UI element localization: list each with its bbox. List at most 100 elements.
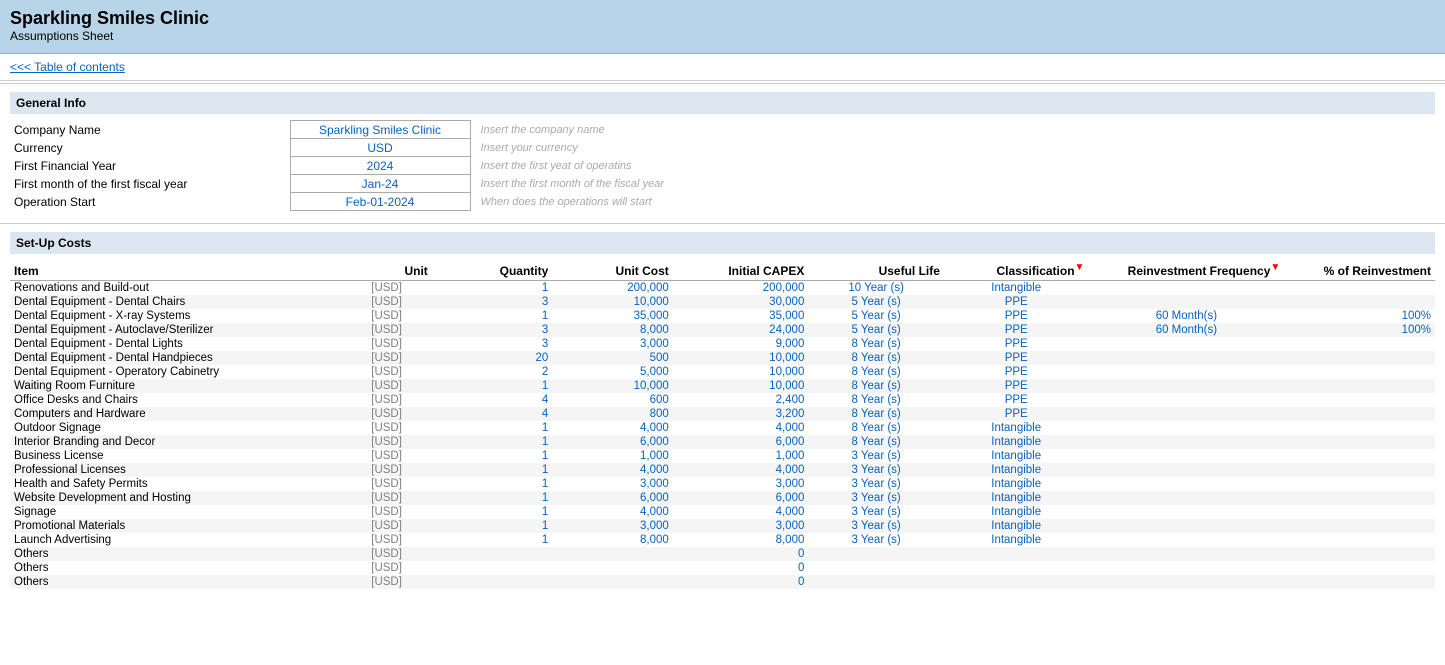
- item-useful-life[interactable]: [808, 575, 944, 589]
- item-quantity[interactable]: 1: [432, 533, 553, 547]
- item-pct-reinvestment[interactable]: [1284, 421, 1435, 435]
- item-useful-life[interactable]: 3 Year (s): [808, 463, 944, 477]
- item-capex[interactable]: 200,000: [673, 281, 809, 296]
- item-unit-cost[interactable]: 500: [552, 351, 673, 365]
- item-useful-life[interactable]: 3 Year (s): [808, 491, 944, 505]
- item-useful-life[interactable]: 8 Year (s): [808, 407, 944, 421]
- item-capex[interactable]: 3,000: [673, 477, 809, 491]
- item-pct-reinvestment[interactable]: [1284, 393, 1435, 407]
- item-useful-life[interactable]: [808, 547, 944, 561]
- item-pct-reinvestment[interactable]: [1284, 575, 1435, 589]
- item-unit-cost[interactable]: 3,000: [552, 519, 673, 533]
- item-capex[interactable]: 3,000: [673, 519, 809, 533]
- item-unit-cost[interactable]: 4,000: [552, 505, 673, 519]
- item-quantity[interactable]: 4: [432, 393, 553, 407]
- general-info-value[interactable]: Feb-01-2024: [290, 193, 470, 211]
- item-classification[interactable]: Intangible: [944, 449, 1089, 463]
- item-capex[interactable]: 6,000: [673, 491, 809, 505]
- item-capex[interactable]: 35,000: [673, 309, 809, 323]
- general-info-value[interactable]: 2024: [290, 157, 470, 175]
- item-reinvestment-frequency[interactable]: [1088, 575, 1284, 589]
- item-capex[interactable]: 6,000: [673, 435, 809, 449]
- item-quantity[interactable]: 1: [432, 519, 553, 533]
- item-capex[interactable]: 4,000: [673, 505, 809, 519]
- item-useful-life[interactable]: 8 Year (s): [808, 351, 944, 365]
- item-unit-cost[interactable]: 4,000: [552, 421, 673, 435]
- item-capex[interactable]: 4,000: [673, 463, 809, 477]
- general-info-value[interactable]: Sparkling Smiles Clinic: [290, 121, 470, 139]
- item-useful-life[interactable]: 8 Year (s): [808, 365, 944, 379]
- item-useful-life[interactable]: [808, 561, 944, 575]
- item-quantity[interactable]: 1: [432, 379, 553, 393]
- item-reinvestment-frequency[interactable]: [1088, 533, 1284, 547]
- item-quantity[interactable]: 4: [432, 407, 553, 421]
- item-reinvestment-frequency[interactable]: [1088, 421, 1284, 435]
- item-reinvestment-frequency[interactable]: [1088, 547, 1284, 561]
- item-useful-life[interactable]: 3 Year (s): [808, 505, 944, 519]
- item-unit-cost[interactable]: [552, 561, 673, 575]
- item-classification[interactable]: Intangible: [944, 491, 1089, 505]
- item-useful-life[interactable]: 3 Year (s): [808, 533, 944, 547]
- item-capex[interactable]: 3,200: [673, 407, 809, 421]
- item-classification[interactable]: [944, 575, 1089, 589]
- item-capex[interactable]: 0: [673, 575, 809, 589]
- item-quantity[interactable]: 20: [432, 351, 553, 365]
- item-reinvestment-frequency[interactable]: [1088, 393, 1284, 407]
- item-unit-cost[interactable]: 3,000: [552, 337, 673, 351]
- item-unit-cost[interactable]: 5,000: [552, 365, 673, 379]
- item-quantity[interactable]: 3: [432, 337, 553, 351]
- item-reinvestment-frequency[interactable]: [1088, 281, 1284, 296]
- item-classification[interactable]: PPE: [944, 337, 1089, 351]
- item-reinvestment-frequency[interactable]: 60 Month(s): [1088, 323, 1284, 337]
- item-reinvestment-frequency[interactable]: [1088, 477, 1284, 491]
- item-pct-reinvestment[interactable]: [1284, 351, 1435, 365]
- item-pct-reinvestment[interactable]: [1284, 477, 1435, 491]
- item-quantity[interactable]: 1: [432, 477, 553, 491]
- item-unit-cost[interactable]: 1,000: [552, 449, 673, 463]
- item-capex[interactable]: 1,000: [673, 449, 809, 463]
- item-pct-reinvestment[interactable]: [1284, 491, 1435, 505]
- item-capex[interactable]: 10,000: [673, 379, 809, 393]
- item-useful-life[interactable]: 5 Year (s): [808, 309, 944, 323]
- item-classification[interactable]: Intangible: [944, 421, 1089, 435]
- item-unit-cost[interactable]: 8,000: [552, 533, 673, 547]
- item-capex[interactable]: 2,400: [673, 393, 809, 407]
- item-reinvestment-frequency[interactable]: [1088, 463, 1284, 477]
- item-capex[interactable]: 0: [673, 547, 809, 561]
- item-reinvestment-frequency[interactable]: [1088, 365, 1284, 379]
- item-classification[interactable]: Intangible: [944, 463, 1089, 477]
- item-classification[interactable]: PPE: [944, 379, 1089, 393]
- item-reinvestment-frequency[interactable]: [1088, 519, 1284, 533]
- item-classification[interactable]: Intangible: [944, 505, 1089, 519]
- item-pct-reinvestment[interactable]: [1284, 533, 1435, 547]
- item-quantity[interactable]: 1: [432, 309, 553, 323]
- item-reinvestment-frequency[interactable]: [1088, 491, 1284, 505]
- item-quantity[interactable]: 1: [432, 505, 553, 519]
- item-pct-reinvestment[interactable]: [1284, 505, 1435, 519]
- item-reinvestment-frequency[interactable]: [1088, 561, 1284, 575]
- item-classification[interactable]: PPE: [944, 295, 1089, 309]
- item-reinvestment-frequency[interactable]: [1088, 379, 1284, 393]
- item-unit-cost[interactable]: 3,000: [552, 477, 673, 491]
- item-unit-cost[interactable]: 200,000: [552, 281, 673, 296]
- item-pct-reinvestment[interactable]: [1284, 337, 1435, 351]
- item-capex[interactable]: 8,000: [673, 533, 809, 547]
- item-useful-life[interactable]: 5 Year (s): [808, 323, 944, 337]
- item-classification[interactable]: PPE: [944, 323, 1089, 337]
- item-useful-life[interactable]: 3 Year (s): [808, 449, 944, 463]
- item-useful-life[interactable]: 3 Year (s): [808, 477, 944, 491]
- item-useful-life[interactable]: 8 Year (s): [808, 393, 944, 407]
- item-unit-cost[interactable]: 4,000: [552, 463, 673, 477]
- item-classification[interactable]: PPE: [944, 407, 1089, 421]
- item-classification[interactable]: Intangible: [944, 477, 1089, 491]
- item-capex[interactable]: 10,000: [673, 365, 809, 379]
- item-pct-reinvestment[interactable]: 100%: [1284, 309, 1435, 323]
- item-unit-cost[interactable]: [552, 575, 673, 589]
- item-reinvestment-frequency[interactable]: [1088, 449, 1284, 463]
- item-reinvestment-frequency[interactable]: [1088, 351, 1284, 365]
- item-reinvestment-frequency[interactable]: [1088, 435, 1284, 449]
- item-classification[interactable]: Intangible: [944, 281, 1089, 296]
- item-classification[interactable]: Intangible: [944, 533, 1089, 547]
- item-useful-life[interactable]: 8 Year (s): [808, 379, 944, 393]
- item-pct-reinvestment[interactable]: [1284, 547, 1435, 561]
